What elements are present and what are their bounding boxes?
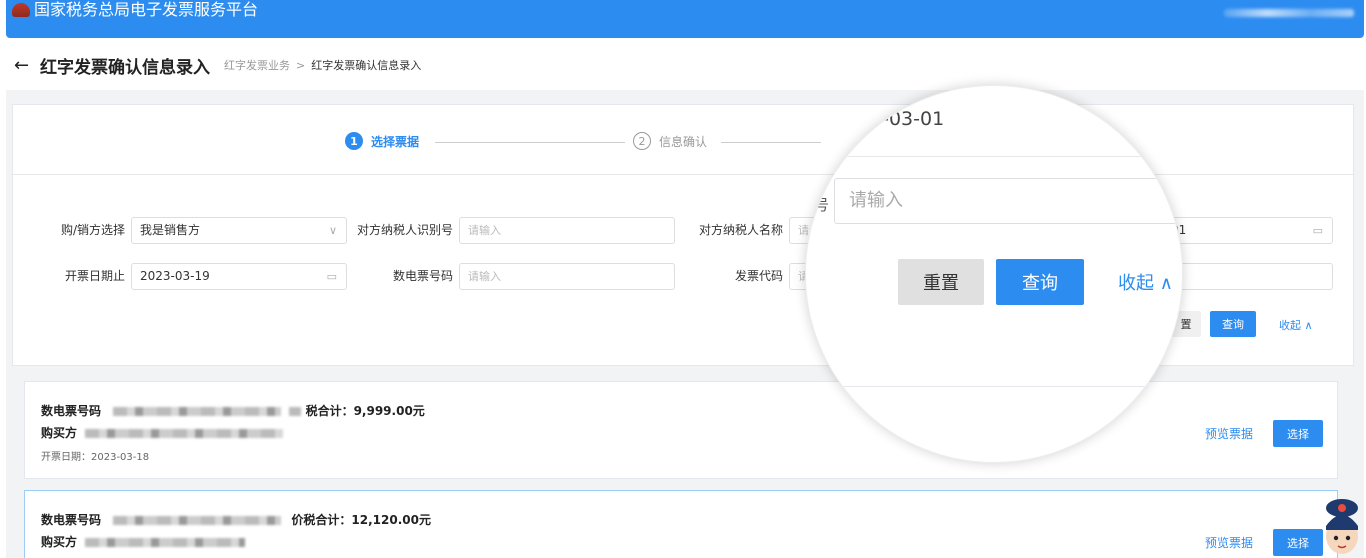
buyer-label: 购买方 (41, 426, 78, 440)
step-indicator: 1 选择票据 2 信息确认 (13, 105, 1353, 175)
app-title: 国家税务总局电子发票服务平台 (34, 0, 259, 19)
magnified-query-button[interactable]: 查询 (996, 259, 1084, 305)
step-connector (435, 142, 625, 143)
issue-date: 开票日期：2023-03-18 (41, 452, 150, 463)
magnified-label-stub: 号 (814, 196, 830, 214)
counterparty-id-label: 对方纳税人识别号 (356, 223, 453, 237)
tax-total: 价税合计：12,120.00元 (291, 513, 431, 527)
card-number-row: 数电票号码 价税合计：12,120.00元 (41, 511, 431, 528)
step-label: 选择票据 (371, 134, 420, 149)
date-end-label: 开票日期止 (64, 269, 125, 283)
tax-emblem-logo (12, 3, 30, 17)
breadcrumb-item-current: 红字发票确认信息录入 (311, 59, 422, 72)
e-invoice-no-input[interactable]: 请输入 (459, 263, 675, 290)
tax-total: 税合计：9,999.00元 (305, 404, 425, 418)
invoice-card[interactable]: 数电票号码 价税合计：12,120.00元 购买方 预览票据 选择 (24, 490, 1338, 558)
calendar-icon: ▭ (1312, 224, 1323, 237)
page-header: ← 红字发票确认信息录入 红字发票业务 > 红字发票确认信息录入 (6, 40, 1364, 90)
step-label: 信息确认 (659, 134, 708, 149)
redacted-text (289, 407, 302, 416)
breadcrumb-item-red-invoice[interactable]: 红字发票业务 (224, 57, 290, 73)
step-number: 2 (633, 132, 651, 150)
counterparty-name-label: 对方纳税人名称 (698, 223, 783, 237)
step-confirm-info: 2 信息确认 (633, 132, 707, 150)
select-button[interactable]: 选择 (1273, 529, 1323, 556)
buyer-label: 购买方 (41, 535, 78, 549)
buyer-seller-label: 购/销方选择 (60, 223, 125, 237)
counterparty-id-input[interactable]: 请输入 (459, 217, 675, 244)
preview-invoice-link[interactable]: 预览票据 (1205, 534, 1253, 551)
assistant-mascot-icon[interactable] (1320, 496, 1364, 558)
magnified-collapse-link[interactable]: 收起 ∧ (1118, 269, 1173, 295)
invoice-code-label: 发票代码 (734, 269, 783, 283)
user-info-blurred[interactable] (1224, 9, 1354, 17)
date-start-field[interactable]: 01 ▭ (1163, 217, 1333, 244)
date-end-input[interactable]: 2023-03-19 ▭ (131, 263, 347, 290)
buyer-seller-value: 我是销售方 (140, 223, 201, 237)
placeholder: 请输入 (468, 270, 501, 283)
page-title: 红字发票确认信息录入 (40, 57, 210, 78)
placeholder: 请 (798, 224, 809, 237)
e-invoice-no-label: 数电票号码 (41, 404, 102, 418)
breadcrumb-separator: > (296, 58, 306, 72)
magnifier-overlay: 3-03-01 号 请输入 重置 查询 收起 ∧ (805, 85, 1183, 463)
invoice-no-field[interactable] (1163, 263, 1333, 290)
placeholder: 请输入 (468, 224, 501, 237)
calendar-icon: ▭ (326, 270, 337, 283)
magnified-input[interactable]: 请输入 (834, 178, 1182, 224)
magnified-date-text: 3-03-01 (870, 108, 945, 130)
step-connector (721, 142, 821, 143)
buyer-seller-select[interactable]: 我是销售方 ∨ (131, 217, 347, 244)
invoice-card[interactable]: 数电票号码 税合计：9,999.00元 购买方 开票日期：2023-03-18 … (24, 381, 1338, 479)
step-number: 1 (345, 132, 363, 150)
card-number-row: 数电票号码 税合计：9,999.00元 (41, 402, 425, 419)
step-select-invoice: 1 选择票据 (345, 132, 419, 150)
collapse-link[interactable]: 收起 ∧ (1279, 317, 1313, 333)
card-buyer-row: 购买方 (41, 533, 246, 550)
date-end-value: 2023-03-19 (140, 269, 210, 283)
magnified-divider (806, 156, 1182, 157)
query-button[interactable]: 查询 (1210, 311, 1256, 337)
top-bar: 国家税务总局电子发票服务平台 (6, 0, 1364, 38)
back-arrow-icon[interactable]: ← (14, 55, 36, 76)
buyer-name-blurred (85, 429, 284, 438)
e-invoice-no-label: 数电票号码 (392, 269, 453, 283)
magnified-divider (806, 386, 1182, 387)
magnified-reset-button[interactable]: 重置 (898, 259, 984, 305)
e-invoice-no-label: 数电票号码 (41, 513, 102, 527)
invoice-number-blurred (113, 407, 282, 416)
invoice-number-blurred (113, 516, 282, 525)
select-button[interactable]: 选择 (1273, 420, 1323, 447)
chevron-down-icon: ∨ (328, 224, 337, 237)
card-buyer-row: 购买方 (41, 424, 284, 441)
buyer-name-blurred (85, 538, 246, 547)
preview-invoice-link[interactable]: 预览票据 (1205, 425, 1253, 442)
